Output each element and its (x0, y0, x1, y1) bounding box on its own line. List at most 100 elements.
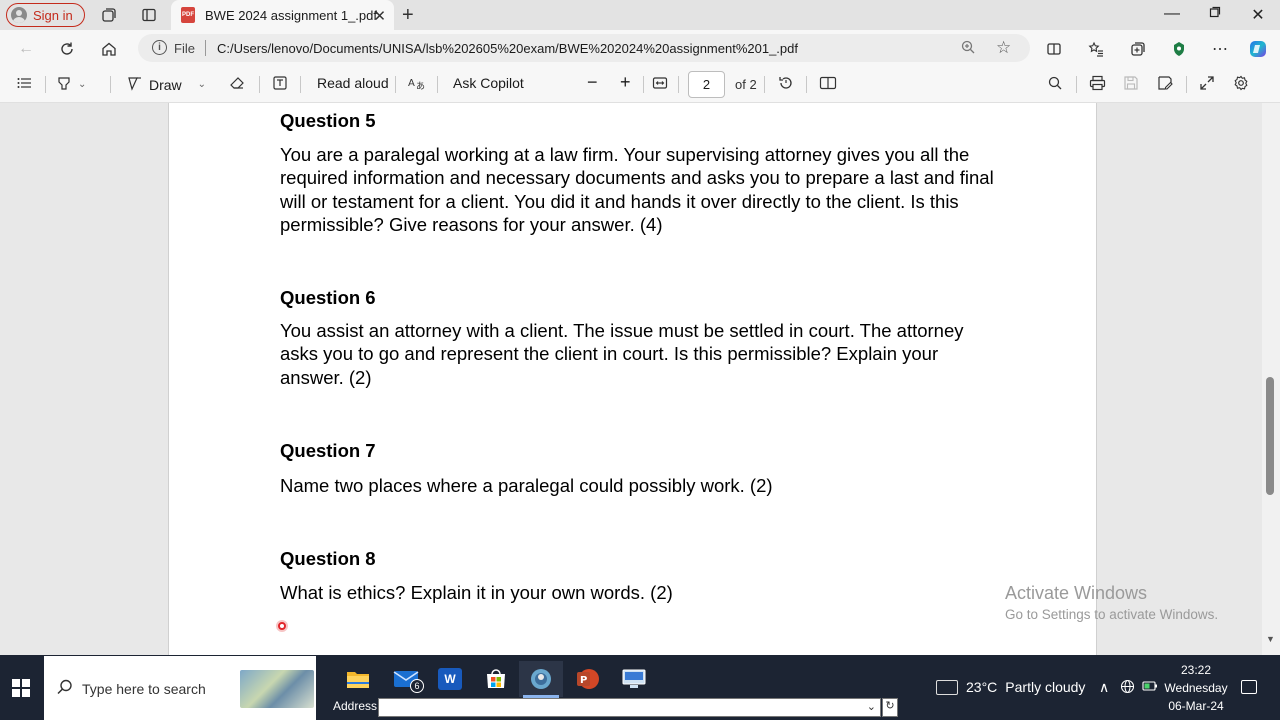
scrollbar-thumb[interactable] (1266, 377, 1274, 495)
question-body: You assist an attorney with a client. Th… (280, 320, 964, 388)
question-title: Question 7 (280, 440, 376, 461)
read-aloud-label: Read aloud (317, 75, 389, 91)
toolbar-divider (678, 76, 679, 93)
draw-dropdown-chevron-icon[interactable]: ⌄ (198, 79, 206, 90)
url-text[interactable]: C:/Users/lenovo/Documents/UNISA/lsb%2026… (217, 41, 798, 56)
news-weather-icon (936, 679, 958, 695)
toolbar-divider (259, 76, 260, 93)
address-bar[interactable]: i File C:/Users/lenovo/Documents/UNISA/l… (138, 34, 1030, 62)
language-globe-icon[interactable] (1120, 679, 1135, 697)
pdf-viewer[interactable]: Question 5 You are a paralegal working a… (0, 103, 1280, 655)
remote-desktop-app-icon[interactable] (612, 661, 656, 697)
minimize-icon[interactable]: — (1162, 5, 1182, 23)
taskbar-search-box[interactable]: Type here to search (44, 656, 316, 720)
draw-label: Draw (149, 76, 182, 93)
draw-pen-icon (127, 75, 143, 94)
microsoft-store-icon[interactable] (474, 661, 518, 697)
browser-tab-bar: Sign in PDF BWE 2024 assignment 1_.pdf ✕… (0, 0, 1280, 30)
toolbar-divider (1076, 76, 1077, 93)
clock-day: Wednesday (1164, 681, 1228, 695)
collections-icon[interactable] (1128, 39, 1148, 59)
fit-to-width-icon[interactable] (652, 75, 668, 91)
edge-browser-app-icon[interactable] (519, 661, 563, 698)
zoom-out-icon[interactable]: − (587, 72, 598, 93)
tab-title: BWE 2024 assignment 1_.pdf (205, 7, 377, 23)
ask-copilot-button[interactable]: Ask Copilot (453, 75, 524, 91)
show-hidden-icons-chevron-icon[interactable]: ∧ (1099, 679, 1109, 696)
toolbar-divider (764, 76, 765, 93)
text-box-icon[interactable] (272, 75, 288, 91)
print-icon[interactable] (1089, 75, 1106, 91)
more-options-icon[interactable]: ⋯ (1210, 39, 1230, 59)
windows-start-icon[interactable] (12, 679, 30, 697)
new-tab-icon[interactable]: + (402, 4, 414, 27)
contents-list-icon[interactable] (16, 75, 32, 91)
mail-app-icon[interactable]: 6 (384, 661, 428, 697)
favorite-star-icon[interactable]: ☆ (996, 38, 1011, 58)
back-arrow-icon[interactable]: ← (16, 39, 36, 59)
file-explorer-app-icon[interactable] (336, 661, 380, 697)
question-body: What is ethics? Explain it in your own w… (280, 582, 673, 603)
save-as-icon[interactable] (1157, 75, 1174, 91)
full-screen-icon[interactable] (1199, 75, 1215, 91)
eraser-icon[interactable] (229, 75, 245, 91)
page-view-icon[interactable] (819, 75, 837, 91)
pdf-toolbar: ⌄ Draw ⌄ Read aloud Aあ Ask Copilot − + 2… (0, 66, 1280, 103)
notification-center-icon[interactable] (1241, 680, 1257, 694)
rotate-icon[interactable] (778, 75, 794, 91)
translate-icon[interactable]: Aあ (407, 75, 425, 91)
weather-description: Partly cloudy (1005, 679, 1086, 695)
address-toolbar-input[interactable]: ⌄ (378, 698, 881, 717)
settings-gear-icon[interactable] (1233, 75, 1249, 91)
browser-essentials-icon[interactable] (1169, 39, 1189, 59)
tab-actions-icon[interactable] (140, 6, 158, 24)
save-icon[interactable] (1123, 75, 1139, 91)
weather-widget[interactable]: 23°C Partly cloudy (936, 679, 1085, 695)
system-clock[interactable]: 23:22 Wednesday 06-Mar-24 (1160, 661, 1232, 715)
page-number-input[interactable]: 2 (688, 71, 725, 98)
toolbar-divider (300, 76, 301, 93)
workspaces-icon[interactable] (100, 6, 118, 24)
find-search-icon[interactable] (1047, 75, 1063, 91)
weather-temperature: 23°C (966, 679, 998, 695)
clock-date: 06-Mar-24 (1168, 699, 1224, 713)
pdf-page: Question 5 You are a paralegal working a… (168, 103, 1097, 655)
read-aloud-button[interactable]: Read aloud (317, 75, 389, 91)
vertical-scrollbar[interactable]: ▼ (1262, 103, 1280, 655)
activate-windows-watermark: Activate Windows Go to Settings to activ… (1005, 583, 1218, 622)
question-title: Question 5 (280, 110, 376, 131)
zoom-icon[interactable] (960, 39, 976, 60)
profile-avatar-icon (11, 7, 27, 23)
close-window-icon[interactable]: ✕ (1248, 5, 1268, 25)
search-placeholder: Type here to search (82, 681, 206, 697)
highlight-button[interactable]: ⌄ (56, 75, 86, 94)
question-body: You are a paralegal working at a law fir… (280, 144, 994, 235)
home-icon[interactable] (99, 39, 119, 59)
tab-close-icon[interactable]: ✕ (373, 7, 386, 25)
draw-button[interactable]: Draw ⌄ (127, 75, 206, 94)
highlighter-icon (56, 75, 72, 94)
svg-text:A: A (408, 78, 415, 89)
question-title: Question 6 (280, 287, 376, 308)
windows-taskbar: Type here to search 6 W P Address ⌄ ↻ 23… (0, 655, 1280, 720)
address-go-refresh-icon[interactable]: ↻ (882, 698, 898, 717)
info-icon[interactable]: i (152, 40, 167, 55)
network-battery-icon[interactable] (1142, 679, 1158, 696)
address-dropdown-chevron-icon[interactable]: ⌄ (867, 700, 876, 713)
word-app-icon[interactable]: W (428, 661, 472, 697)
zoom-in-icon[interactable]: + (620, 72, 631, 93)
split-screen-icon[interactable] (1044, 39, 1064, 59)
address-separator (205, 40, 206, 56)
question-body: Name two places where a paralegal could … (280, 475, 773, 496)
favorites-icon[interactable] (1086, 39, 1106, 59)
scroll-down-arrow-icon[interactable]: ▼ (1266, 634, 1275, 644)
tab-pdf-document[interactable]: PDF BWE 2024 assignment 1_.pdf ✕ (171, 0, 394, 30)
toolbar-divider (643, 76, 644, 93)
powerpoint-app-icon[interactable]: P (566, 661, 610, 697)
toolbar-divider (437, 76, 438, 93)
maximize-icon[interactable] (1205, 5, 1225, 23)
refresh-icon[interactable] (57, 39, 77, 59)
highlight-dropdown-chevron-icon[interactable]: ⌄ (78, 79, 86, 90)
copilot-icon[interactable] (1248, 39, 1268, 59)
sign-in-button[interactable]: Sign in (6, 3, 85, 27)
